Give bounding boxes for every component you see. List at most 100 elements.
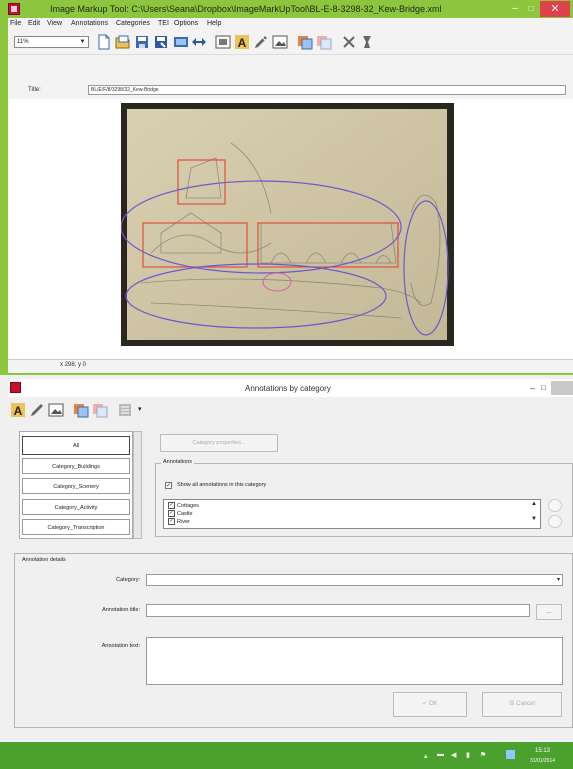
flag-icon[interactable]: ⚑ xyxy=(480,751,486,759)
annotations-window-title: Annotations by category xyxy=(245,384,331,393)
category-label: Category: xyxy=(116,577,140,583)
category-scrollbar[interactable] xyxy=(133,431,142,539)
battery-icon[interactable]: ▮ xyxy=(466,751,470,759)
title-label: Title: xyxy=(28,87,41,93)
volume-icon[interactable]: ◀ xyxy=(451,751,456,759)
delete-icon[interactable] xyxy=(341,34,357,50)
annotation-item-label: River xyxy=(177,518,190,525)
check-icon: ✓ xyxy=(422,701,430,707)
edit-annotation-icon[interactable] xyxy=(253,34,269,50)
annotation-text-label: Annotation text: xyxy=(101,643,140,649)
edit-category-icon[interactable] xyxy=(316,34,332,50)
sketch-image[interactable] xyxy=(121,103,454,346)
app-icon xyxy=(10,382,21,393)
maximize-button[interactable]: □ xyxy=(524,3,538,15)
annotation-details-label: Annotation details xyxy=(20,557,68,563)
annotations-close-button[interactable] xyxy=(551,381,573,395)
annotation-text-area[interactable] xyxy=(146,637,563,685)
cursor-coordinates: x 298, y 0 xyxy=(60,362,87,368)
annotation-item-label: Castle xyxy=(177,510,193,517)
category-item-buildings[interactable]: Category_Buildings xyxy=(22,458,130,474)
image-view-icon[interactable] xyxy=(215,34,231,50)
title-browse-button[interactable]: ... xyxy=(536,604,562,620)
category-item-activity[interactable]: Category_Activity xyxy=(22,499,130,515)
open-file-icon[interactable] xyxy=(115,34,131,50)
list-item[interactable]: ✓ Castle xyxy=(168,510,193,518)
title-input[interactable]: BL/E/F/8/3298/32_Kew-Bridge xyxy=(88,85,566,95)
annotation-list: ✓ Cottages ✓ Castle ✓ River xyxy=(163,499,541,529)
cleanup-icon[interactable] xyxy=(359,34,375,50)
zoom-select[interactable]: 11% ▼ xyxy=(14,36,89,48)
list-item[interactable]: ✓ Cottages xyxy=(168,502,199,510)
cancel-button[interactable]: ☒ Cancel xyxy=(482,692,562,717)
image-properties-icon[interactable] xyxy=(272,34,288,50)
annotation-title-input[interactable] xyxy=(146,604,530,617)
menu-options[interactable]: Options xyxy=(174,20,198,27)
ok-label: OK xyxy=(429,701,438,707)
list-view-icon[interactable] xyxy=(117,402,133,418)
category-item-transcription[interactable]: Category_Transcription xyxy=(22,519,130,535)
show-all-label: Show all annotations in this category xyxy=(177,482,267,488)
new-file-icon[interactable] xyxy=(96,34,112,50)
close-button[interactable]: ✕ xyxy=(540,1,570,17)
edit-category-icon[interactable] xyxy=(92,402,108,418)
add-text-annotation-icon[interactable]: A xyxy=(10,402,26,418)
notification-icon[interactable] xyxy=(506,750,515,759)
load-image-icon[interactable] xyxy=(173,34,189,50)
zoom-value: 11% xyxy=(17,39,29,45)
cancel-label: Cancel xyxy=(516,701,535,707)
chevron-down-icon: ▾ xyxy=(556,577,560,583)
annotation-title-label: Annotation title: xyxy=(102,607,140,613)
add-text-annotation-icon[interactable]: A xyxy=(234,34,250,50)
chevron-up-icon[interactable]: ▲ xyxy=(531,501,537,507)
list-item[interactable]: ✓ River xyxy=(168,518,190,526)
fit-width-icon[interactable] xyxy=(191,34,207,50)
category-select[interactable]: ▾ xyxy=(146,574,563,586)
save-as-icon[interactable] xyxy=(153,34,169,50)
app-icon xyxy=(8,3,20,15)
menu-annotations[interactable]: Annotations xyxy=(71,20,108,27)
annotations-group-label: Annotations xyxy=(161,459,195,465)
menu-file[interactable]: File xyxy=(10,20,21,27)
category-list: All Category_Buildings Category_Scenery … xyxy=(19,431,133,539)
menu-view[interactable]: View xyxy=(47,20,62,27)
chevron-up-icon[interactable]: ▴ xyxy=(424,752,428,760)
clock-date[interactable]: 31/01/2014 xyxy=(530,758,555,764)
chevron-down-icon[interactable]: ▼ xyxy=(531,516,537,522)
menu-categories[interactable]: Categories xyxy=(116,20,150,27)
menu-help[interactable]: Help xyxy=(207,20,221,27)
status-bar xyxy=(8,359,573,373)
show-all-checkbox[interactable]: ✓ xyxy=(165,482,172,489)
image-properties-icon[interactable] xyxy=(48,402,64,418)
move-up-button[interactable] xyxy=(548,499,562,512)
toolbar: 11% ▼ A xyxy=(8,31,573,55)
checkbox-icon[interactable]: ✓ xyxy=(168,502,175,509)
network-icon[interactable]: ▬ xyxy=(437,751,444,758)
annotations-toolbar: A ▾ xyxy=(8,399,573,423)
add-category-icon[interactable] xyxy=(73,402,89,418)
category-properties-button[interactable]: Category properties... xyxy=(160,434,278,452)
annotations-maximize-button[interactable]: □ xyxy=(541,383,546,392)
annotations-minimize-button[interactable]: – xyxy=(530,383,535,393)
move-down-button[interactable] xyxy=(548,515,562,528)
chevron-down-icon: ▼ xyxy=(79,39,86,45)
checkbox-icon[interactable]: ✓ xyxy=(168,518,175,525)
category-item-scenery[interactable]: Category_Scenery xyxy=(22,478,130,494)
svg-text:A: A xyxy=(238,36,247,50)
category-item-all[interactable]: All xyxy=(22,436,130,455)
edit-annotation-icon[interactable] xyxy=(29,402,45,418)
minimize-button[interactable]: – xyxy=(508,3,522,15)
annotation-item-label: Cottages xyxy=(177,502,200,509)
add-category-icon[interactable] xyxy=(297,34,313,50)
window-title: Image Markup Tool: C:\Users\Seana\Dropbo… xyxy=(50,4,442,14)
ok-button[interactable]: ✓ OK xyxy=(393,692,467,717)
menu-tei[interactable]: TEI xyxy=(158,20,169,27)
chevron-down-icon[interactable]: ▾ xyxy=(138,405,142,413)
menu-edit[interactable]: Edit xyxy=(28,20,40,27)
svg-text:A: A xyxy=(14,404,23,418)
save-icon[interactable] xyxy=(134,34,150,50)
checkbox-icon[interactable]: ✓ xyxy=(168,510,175,517)
taskbar: ▴ ▬ ◀ ▮ ⚑ xyxy=(0,742,573,769)
menu-bar: File Edit View Annotations Categories TE… xyxy=(8,18,573,31)
clock-time[interactable]: 15:13 xyxy=(535,748,550,754)
